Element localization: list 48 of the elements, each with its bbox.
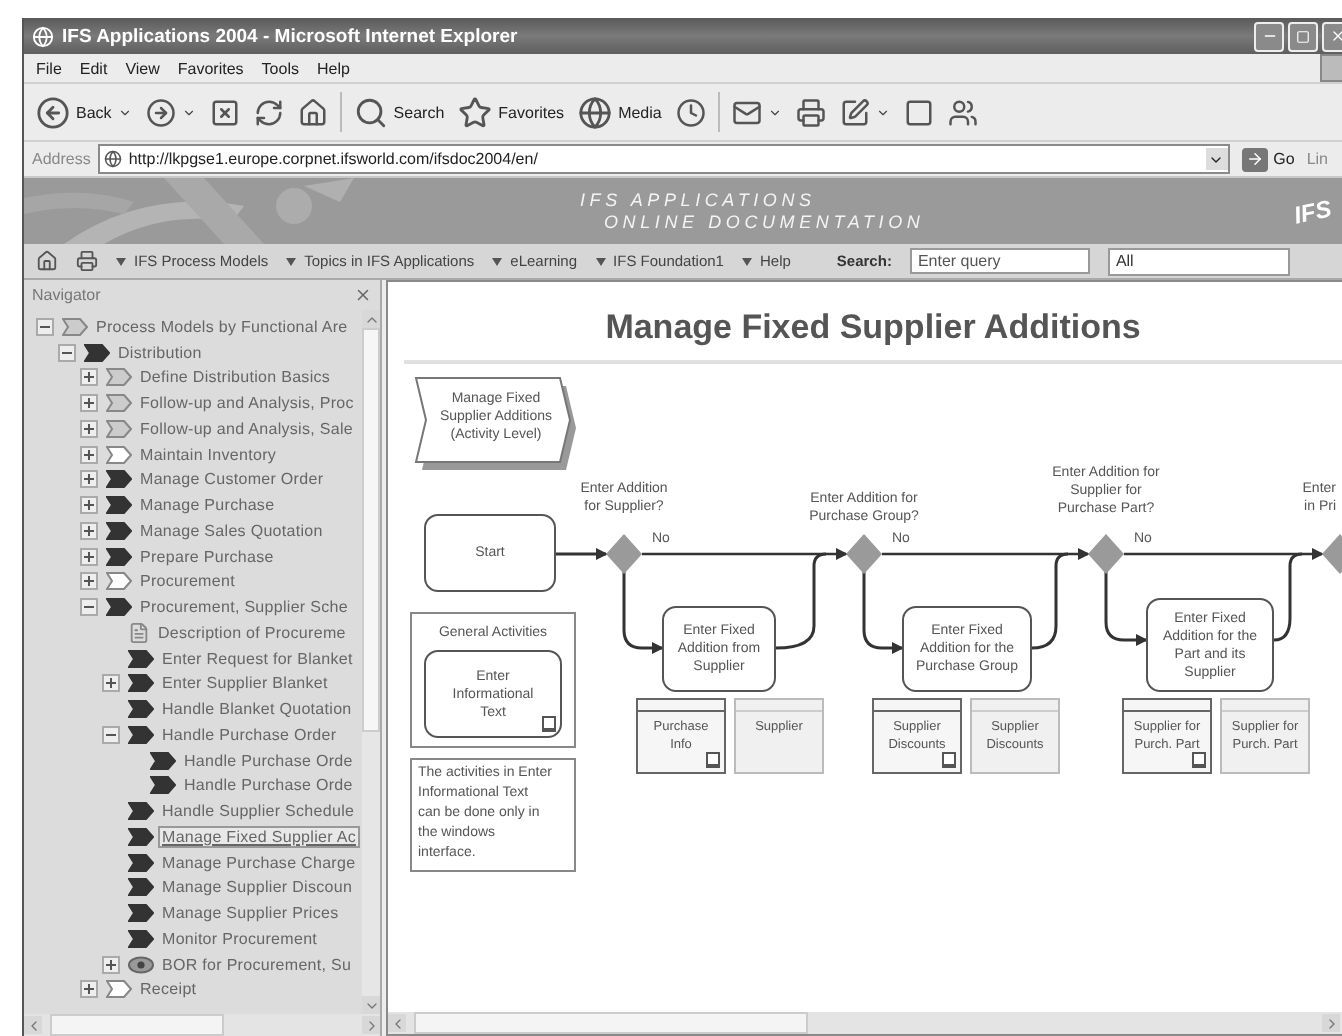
tree-item[interactable]: Description of Procureme: [154, 621, 350, 644]
tree-item[interactable]: Follow-up and Analysis, Sale: [136, 417, 357, 440]
menu-item[interactable]: Edit: [79, 59, 108, 77]
logo: IFS: [1292, 193, 1335, 229]
tree-item[interactable]: Enter Request for Blanket: [158, 647, 357, 670]
search-field[interactable]: Enter query: [909, 248, 1090, 274]
tree-item[interactable]: Manage Sales Quotation: [136, 519, 327, 542]
tree-item[interactable]: Receipt: [136, 978, 201, 1001]
address-label: Address: [32, 150, 91, 168]
menu-item[interactable]: Tools: [261, 59, 299, 77]
tree-item[interactable]: Manage Fixed Supplier Ac: [158, 825, 360, 848]
banner-title: IFS APPLICATIONS: [580, 189, 818, 211]
tree-item[interactable]: Procurement, Supplier Sche: [136, 596, 352, 619]
media-button[interactable]: Media: [576, 93, 664, 131]
tree-item[interactable]: Define Distribution Basics: [136, 366, 335, 389]
menu-item[interactable]: Help: [316, 59, 350, 77]
navigator-title: Navigator: [32, 286, 101, 304]
menu-item[interactable]: Favorites: [177, 59, 244, 77]
tree-item[interactable]: Manage Customer Order: [136, 468, 328, 491]
tree-item[interactable]: Handle Purchase Order: [158, 723, 341, 746]
address-field[interactable]: http://lkpgse1.europe.corpnet.ifsworld.com/ifsdoc2004/en/: [98, 144, 1230, 174]
search-button[interactable]: Search: [351, 93, 447, 131]
page-title: Manage Fixed Supplier Additions: [603, 308, 1143, 348]
tree-item[interactable]: Handle Purchase Orde: [180, 774, 357, 797]
tree-item[interactable]: Monitor Procurement: [158, 927, 322, 950]
menu-item[interactable]: File: [36, 59, 62, 77]
tree-item[interactable]: Enter Supplier Blanket: [158, 672, 332, 695]
tree-item[interactable]: Manage Purchase Charge: [158, 851, 360, 874]
back-button[interactable]: Back: [34, 93, 134, 131]
favorites-button[interactable]: Favorites: [456, 93, 567, 131]
tree-item[interactable]: Handle Supplier Schedule: [158, 800, 359, 823]
tree-item[interactable]: Manage Supplier Prices: [158, 902, 343, 925]
tree-item[interactable]: BOR for Procurement, Su: [158, 953, 356, 976]
tree-item[interactable]: Prepare Purchase: [136, 545, 278, 568]
tree-item[interactable]: Handle Blanket Quotation: [158, 698, 356, 721]
banner-subtitle: ONLINE DOCUMENTATION: [604, 211, 925, 233]
go-button[interactable]: Go: [1237, 147, 1299, 171]
tree-item[interactable]: Process Models by Functional Are: [92, 315, 352, 338]
tree-item[interactable]: Follow-up and Analysis, Proc: [136, 392, 358, 415]
window-title: IFS Applications 2004 - Microsoft Internet Explorer: [62, 25, 518, 47]
tree-item[interactable]: Manage Purchase: [136, 494, 279, 517]
tree-item[interactable]: Maintain Inventory: [136, 443, 281, 466]
tree-item[interactable]: Distribution: [114, 341, 206, 364]
menu-item[interactable]: View: [125, 59, 160, 77]
tree-item[interactable]: Handle Purchase Orde: [180, 749, 357, 772]
tree-item[interactable]: Procurement: [136, 570, 239, 593]
scope-select[interactable]: All: [1107, 247, 1290, 275]
tree-item[interactable]: Manage Supplier Discoun: [158, 876, 357, 899]
